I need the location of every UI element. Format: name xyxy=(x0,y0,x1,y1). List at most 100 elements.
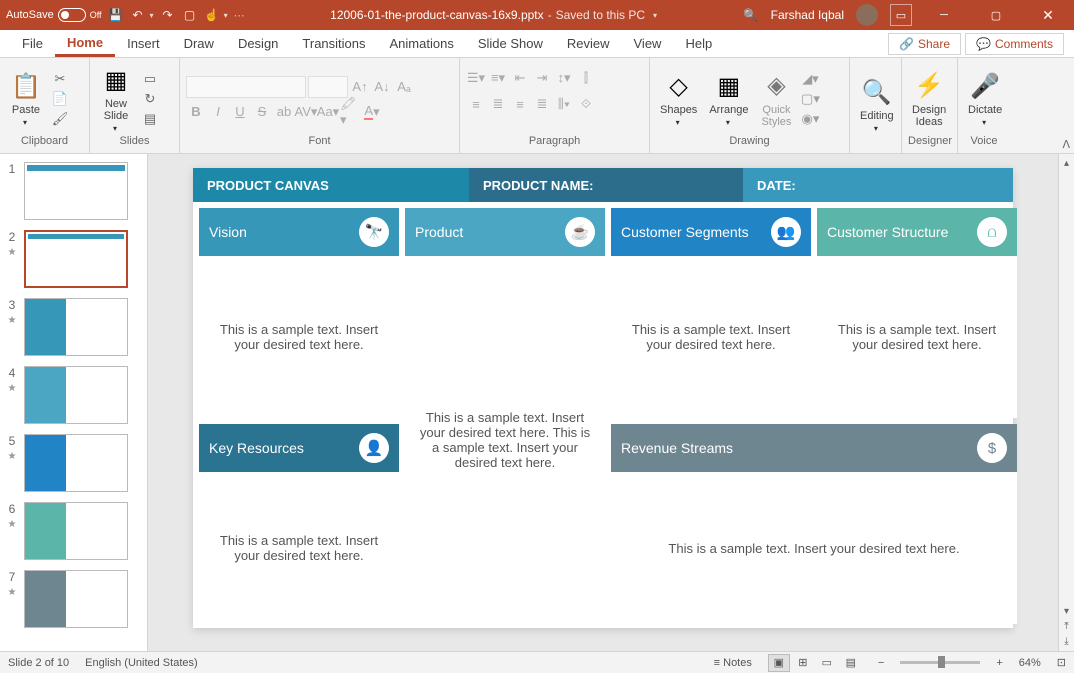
slideshow-icon[interactable]: ▢ xyxy=(182,7,198,23)
shapes-button[interactable]: ◇Shapes▾ xyxy=(656,68,701,129)
highlight-icon[interactable]: 🖍▾ xyxy=(340,102,360,122)
save-icon[interactable]: 💾 xyxy=(108,7,124,23)
arrange-button[interactable]: ▦Arrange▾ xyxy=(705,68,752,129)
reset-icon[interactable]: ↻ xyxy=(140,90,160,108)
telescope-icon: 🔭 xyxy=(359,217,389,247)
thumbnail-6[interactable] xyxy=(24,502,128,560)
tab-home[interactable]: Home xyxy=(55,31,115,57)
fit-to-window-icon[interactable]: ⊡ xyxy=(1057,656,1066,669)
slideshow-view-icon[interactable]: ▤ xyxy=(840,654,862,672)
tab-draw[interactable]: Draw xyxy=(172,32,226,55)
language[interactable]: English (United States) xyxy=(85,657,198,669)
prev-slide-icon[interactable]: ⤒ xyxy=(1064,621,1068,632)
collapse-ribbon-icon[interactable]: ᐱ xyxy=(1062,138,1070,151)
avatar[interactable] xyxy=(856,4,878,26)
sorter-view-icon[interactable]: ⊞ xyxy=(792,654,814,672)
paste-button[interactable]: 📋Paste▾ xyxy=(6,68,46,129)
scroll-down-icon[interactable]: ▾ xyxy=(1064,606,1069,617)
strikethrough-button[interactable]: S xyxy=(252,102,272,122)
editing-button[interactable]: 🔍Editing▾ xyxy=(856,74,898,135)
card-segments[interactable]: Customer Segments👥 This is a sample text… xyxy=(611,208,811,418)
copy-icon[interactable]: 📄 xyxy=(50,90,70,108)
redo-icon[interactable]: ↷ xyxy=(160,7,176,23)
card-product[interactable]: Product☕ This is a sample text. Insert y… xyxy=(405,208,605,624)
normal-view-icon[interactable]: ▣ xyxy=(768,654,790,672)
tab-view[interactable]: View xyxy=(622,32,674,55)
search-icon[interactable]: 🔍 xyxy=(743,7,759,23)
shape-effects-icon[interactable]: ◉▾ xyxy=(800,110,820,128)
slide-thumbnails: 1 2★ 3★ 4★ 5★ 6★ 7★ xyxy=(0,154,148,651)
bold-button[interactable]: B xyxy=(186,102,206,122)
title-bar: AutoSave Off 💾 ↶▾ ↷ ▢ ☝▾ ⋯ 12006-01-the-… xyxy=(0,0,1074,30)
slide-editor[interactable]: PRODUCT CANVAS PRODUCT NAME: DATE: Visio… xyxy=(148,154,1058,651)
font-family-select[interactable] xyxy=(186,76,306,98)
notes-button[interactable]: ≡ Notes xyxy=(714,657,752,669)
canvas-title[interactable]: PRODUCT CANVAS xyxy=(193,168,469,202)
thumbnail-5[interactable] xyxy=(24,434,128,492)
thumbnail-2[interactable] xyxy=(24,230,128,288)
tab-transitions[interactable]: Transitions xyxy=(290,32,377,55)
card-structure[interactable]: Customer Structure⩍ This is a sample tex… xyxy=(817,208,1017,418)
font-color-icon[interactable]: A▾ xyxy=(362,102,382,122)
quick-styles-button[interactable]: ◈Quick Styles xyxy=(756,68,796,130)
thumbnail-7[interactable] xyxy=(24,570,128,628)
reading-view-icon[interactable]: ▭ xyxy=(816,654,838,672)
font-size-select[interactable] xyxy=(308,76,348,98)
tab-review[interactable]: Review xyxy=(555,32,622,55)
canvas-date[interactable]: DATE: xyxy=(743,168,1013,202)
zoom-out-icon[interactable]: − xyxy=(878,657,884,669)
save-status: Saved to this PC xyxy=(556,8,645,22)
tab-insert[interactable]: Insert xyxy=(115,32,172,55)
tab-slideshow[interactable]: Slide Show xyxy=(466,32,555,55)
vertical-scrollbar[interactable]: ▴ ▾ ⤒ ⤓ xyxy=(1058,154,1074,651)
status-bar: Slide 2 of 10 English (United States) ≡ … xyxy=(0,651,1074,673)
undo-icon[interactable]: ↶ xyxy=(130,7,146,23)
tab-file[interactable]: File xyxy=(10,32,55,55)
layout-icon[interactable]: ▭ xyxy=(140,70,160,88)
format-painter-icon[interactable]: 🖌 xyxy=(50,110,70,128)
minimize-icon[interactable]: ─ xyxy=(924,0,964,30)
tab-design[interactable]: Design xyxy=(226,32,290,55)
cut-icon[interactable]: ✂ xyxy=(50,70,70,88)
money-icon: $ xyxy=(977,433,1007,463)
users-icon: 👥 xyxy=(771,217,801,247)
dictate-button[interactable]: 🎤Dictate▾ xyxy=(964,68,1006,129)
document-title: 12006-01-the-product-canvas-16x9.pptx xyxy=(330,8,543,22)
tab-animations[interactable]: Animations xyxy=(378,32,466,55)
scroll-up-icon[interactable]: ▴ xyxy=(1064,158,1069,169)
card-key-resources[interactable]: Key Resources👤 This is a sample text. In… xyxy=(199,424,399,624)
section-icon[interactable]: ▤ xyxy=(140,110,160,128)
italic-button[interactable]: I xyxy=(208,102,228,122)
next-slide-icon[interactable]: ⤓ xyxy=(1064,636,1068,647)
zoom-level[interactable]: 64% xyxy=(1019,657,1041,669)
presenter-icon: 👤 xyxy=(359,433,389,463)
maximize-icon[interactable]: ▢ xyxy=(976,0,1016,30)
slide-number[interactable]: Slide 2 of 10 xyxy=(8,657,69,669)
tab-help[interactable]: Help xyxy=(673,32,724,55)
cup-icon: ☕ xyxy=(565,217,595,247)
slide-canvas[interactable]: PRODUCT CANVAS PRODUCT NAME: DATE: Visio… xyxy=(193,168,1013,628)
card-vision[interactable]: Vision🔭 This is a sample text. Insert yo… xyxy=(199,208,399,418)
autosave-toggle[interactable]: AutoSave Off xyxy=(6,8,102,22)
share-button[interactable]: 🔗 Share xyxy=(888,33,961,55)
touch-icon[interactable]: ☝ xyxy=(204,7,220,23)
thumbnail-1[interactable] xyxy=(24,162,128,220)
zoom-slider[interactable] xyxy=(900,661,980,664)
close-icon[interactable]: ✕ xyxy=(1028,0,1068,30)
zoom-in-icon[interactable]: + xyxy=(996,657,1002,669)
user-name[interactable]: Farshad Iqbal xyxy=(771,8,844,22)
comments-button[interactable]: 💬 Comments xyxy=(965,33,1064,55)
shape-fill-icon[interactable]: ◢▾ xyxy=(800,70,820,88)
shape-outline-icon[interactable]: ▢▾ xyxy=(800,90,820,108)
new-slide-button[interactable]: ▦New Slide▾ xyxy=(96,62,136,135)
ribbon: 📋Paste▾ ✂📄🖌 Clipboard ▦New Slide▾ ▭↻▤ Sl… xyxy=(0,58,1074,154)
thumbnail-4[interactable] xyxy=(24,366,128,424)
hierarchy-icon: ⩍ xyxy=(977,217,1007,247)
ribbon-tabs: File Home Insert Draw Design Transitions… xyxy=(0,30,1074,58)
thumbnail-3[interactable] xyxy=(24,298,128,356)
card-revenue[interactable]: Revenue Streams$ This is a sample text. … xyxy=(611,424,1017,624)
ribbon-options-icon[interactable]: ▭ xyxy=(890,4,912,26)
design-ideas-button[interactable]: ⚡Design Ideas xyxy=(908,68,950,130)
canvas-product-name[interactable]: PRODUCT NAME: xyxy=(469,168,743,202)
underline-button[interactable]: U xyxy=(230,102,250,122)
